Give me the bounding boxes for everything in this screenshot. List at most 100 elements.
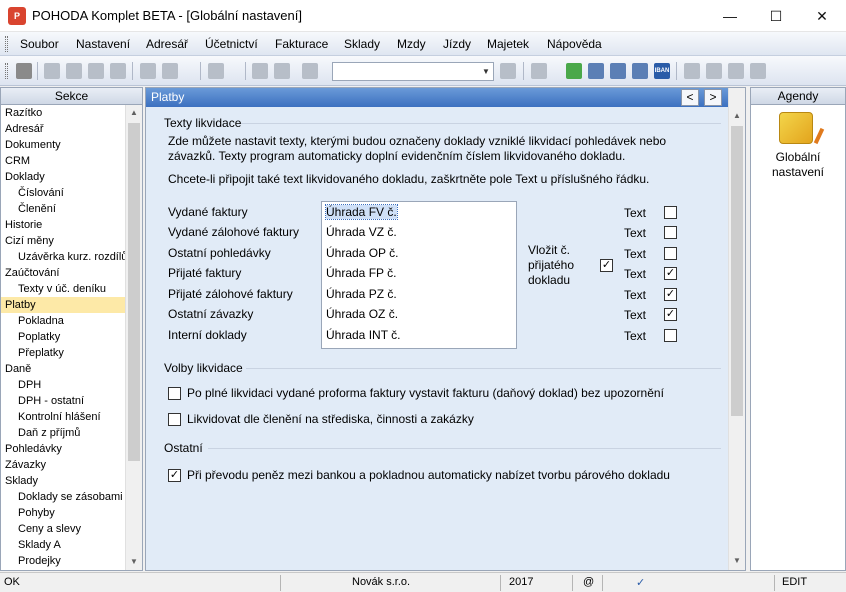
print-icon[interactable] [110,63,126,79]
section-item[interactable]: DPH - ostatní [1,393,125,409]
section-item[interactable]: Texty v úč. deníku [1,281,125,297]
section-item[interactable]: Členění [1,201,125,217]
section-item[interactable]: CRM [1,153,125,169]
liquidation-text-field[interactable]: Úhrada INT č. [326,328,400,342]
menu-nastaveni[interactable]: Nastavení [76,37,130,51]
message-icon[interactable] [684,63,700,79]
clipboard-icon[interactable] [302,63,318,79]
menu-napoveda[interactable]: Nápověda [547,37,602,51]
global-settings-icon[interactable] [779,112,813,144]
money-icon[interactable] [566,63,582,79]
calculator-icon[interactable] [588,63,604,79]
list-icon[interactable] [706,63,722,79]
prev-button[interactable]: < [681,89,699,106]
proforma-option-checkbox[interactable] [168,387,181,400]
search-combo[interactable]: ▼ [332,62,494,81]
proforma-option-label[interactable]: Po plné likvidaci vydané proforma faktur… [187,386,664,400]
pair-document-checkbox[interactable]: ✓ [168,469,181,482]
menu-fakturace[interactable]: Fakturace [275,37,328,51]
scroll-up-icon[interactable]: ▲ [729,108,745,124]
section-item[interactable]: Pohledávky [1,441,125,457]
section-item[interactable]: Adresář [1,121,125,137]
section-item[interactable]: Daně [1,361,125,377]
section-item[interactable]: Historie [1,217,125,233]
section-item[interactable]: Uzávěrka kurz. rozdílů [1,249,125,265]
chevron-down-icon[interactable]: ▼ [479,63,493,80]
section-item[interactable]: Číslování [1,185,125,201]
menu-majetek[interactable]: Majetek [487,37,529,51]
section-item[interactable]: Závazky [1,457,125,473]
section-item[interactable]: Daň z příjmů [1,425,125,441]
liquidation-text-field[interactable]: Úhrada VZ č. [326,225,397,239]
section-item[interactable]: Zaúčtování [1,265,125,281]
scroll-down-icon[interactable]: ▼ [126,554,142,570]
select-icon[interactable] [16,63,32,79]
section-item[interactable]: Přeplatky [1,345,125,361]
liquidation-text-field[interactable]: Úhrada FV č. [325,204,398,220]
section-item[interactable]: DPH [1,377,125,393]
liquidation-text-field[interactable]: Úhrada FP č. [326,266,396,280]
section-item[interactable]: Prodejky [1,553,125,569]
report-icon[interactable] [728,63,744,79]
section-item[interactable]: Cizí měny [1,233,125,249]
menu-adresar[interactable]: Adresář [146,37,188,51]
back-arrow-icon[interactable] [208,63,224,79]
text-checkbox[interactable] [664,226,677,239]
section-item[interactable]: Poplatky [1,329,125,345]
help-icon[interactable] [750,63,766,79]
confirm-icon[interactable] [162,63,178,79]
menu-sklady[interactable]: Sklady [344,37,380,51]
calendar-icon[interactable] [610,63,626,79]
menu-grip[interactable] [5,36,8,52]
filter-icon[interactable] [500,63,516,79]
toolbar-grip[interactable] [5,63,8,79]
scroll-up-icon[interactable]: ▲ [126,105,142,121]
close-button[interactable]: ✕ [799,0,845,32]
menu-mzdy[interactable]: Mzdy [397,37,426,51]
text-checkbox[interactable]: ✓ [664,267,677,280]
text-checkbox[interactable] [664,206,677,219]
liquidation-text-field[interactable]: Úhrada OP č. [326,246,398,260]
section-item[interactable]: Pokladna [1,313,125,329]
menu-jizdy[interactable]: Jízdy [443,37,471,51]
division-option-checkbox[interactable] [168,413,181,426]
scroll-down-icon[interactable]: ▼ [729,553,745,569]
save-icon[interactable] [252,63,268,79]
menu-soubor[interactable]: Soubor [20,37,59,51]
save-all-icon[interactable] [274,63,290,79]
section-item[interactable]: Razítko [1,105,125,121]
agenda-label[interactable]: nastavení [751,165,845,179]
insert-number-checkbox[interactable]: ✓ [600,259,613,272]
scroll-thumb[interactable] [128,123,140,461]
new-record-icon[interactable] [44,63,60,79]
liquidation-text-field[interactable]: Úhrada OZ č. [326,307,398,321]
sections-scrollbar[interactable]: ▲ ▼ [125,105,142,570]
division-option-label[interactable]: Likvidovat dle členění na střediska, čin… [187,412,474,426]
agenda-label[interactable]: Globální [751,150,845,164]
section-item[interactable]: Doklady se zásobami [1,489,125,505]
scroll-thumb[interactable] [731,126,743,416]
preview-icon[interactable] [88,63,104,79]
section-item-selected[interactable]: Platby [1,297,125,313]
settings-scrollbar[interactable]: ▲ ▼ [728,88,745,570]
text-checkbox[interactable]: ✓ [664,308,677,321]
menu-ucetnictvi[interactable]: Účetnictví [205,37,258,51]
section-item[interactable]: Kontrolní hlášení [1,409,125,425]
next-button[interactable]: > [704,89,722,106]
section-item[interactable]: Ceny a slevy [1,521,125,537]
folder-icon[interactable] [531,63,547,79]
section-item[interactable]: Dokumenty [1,137,125,153]
maximize-button[interactable]: ☐ [753,0,799,32]
app-icon[interactable]: P [8,7,26,25]
section-item[interactable]: Sklady A [1,537,125,553]
edit-icon[interactable] [140,63,156,79]
text-checkbox[interactable] [664,329,677,342]
table-icon[interactable] [632,63,648,79]
minimize-button[interactable]: — [707,0,753,32]
pair-document-label[interactable]: Při převodu peněz mezi bankou a pokladno… [187,468,670,482]
iban-icon[interactable]: IBAN [654,63,670,79]
liquidation-text-field[interactable]: Úhrada PZ č. [326,287,397,301]
section-item[interactable]: Doklady [1,169,125,185]
text-checkbox[interactable] [664,247,677,260]
copy-record-icon[interactable] [66,63,82,79]
